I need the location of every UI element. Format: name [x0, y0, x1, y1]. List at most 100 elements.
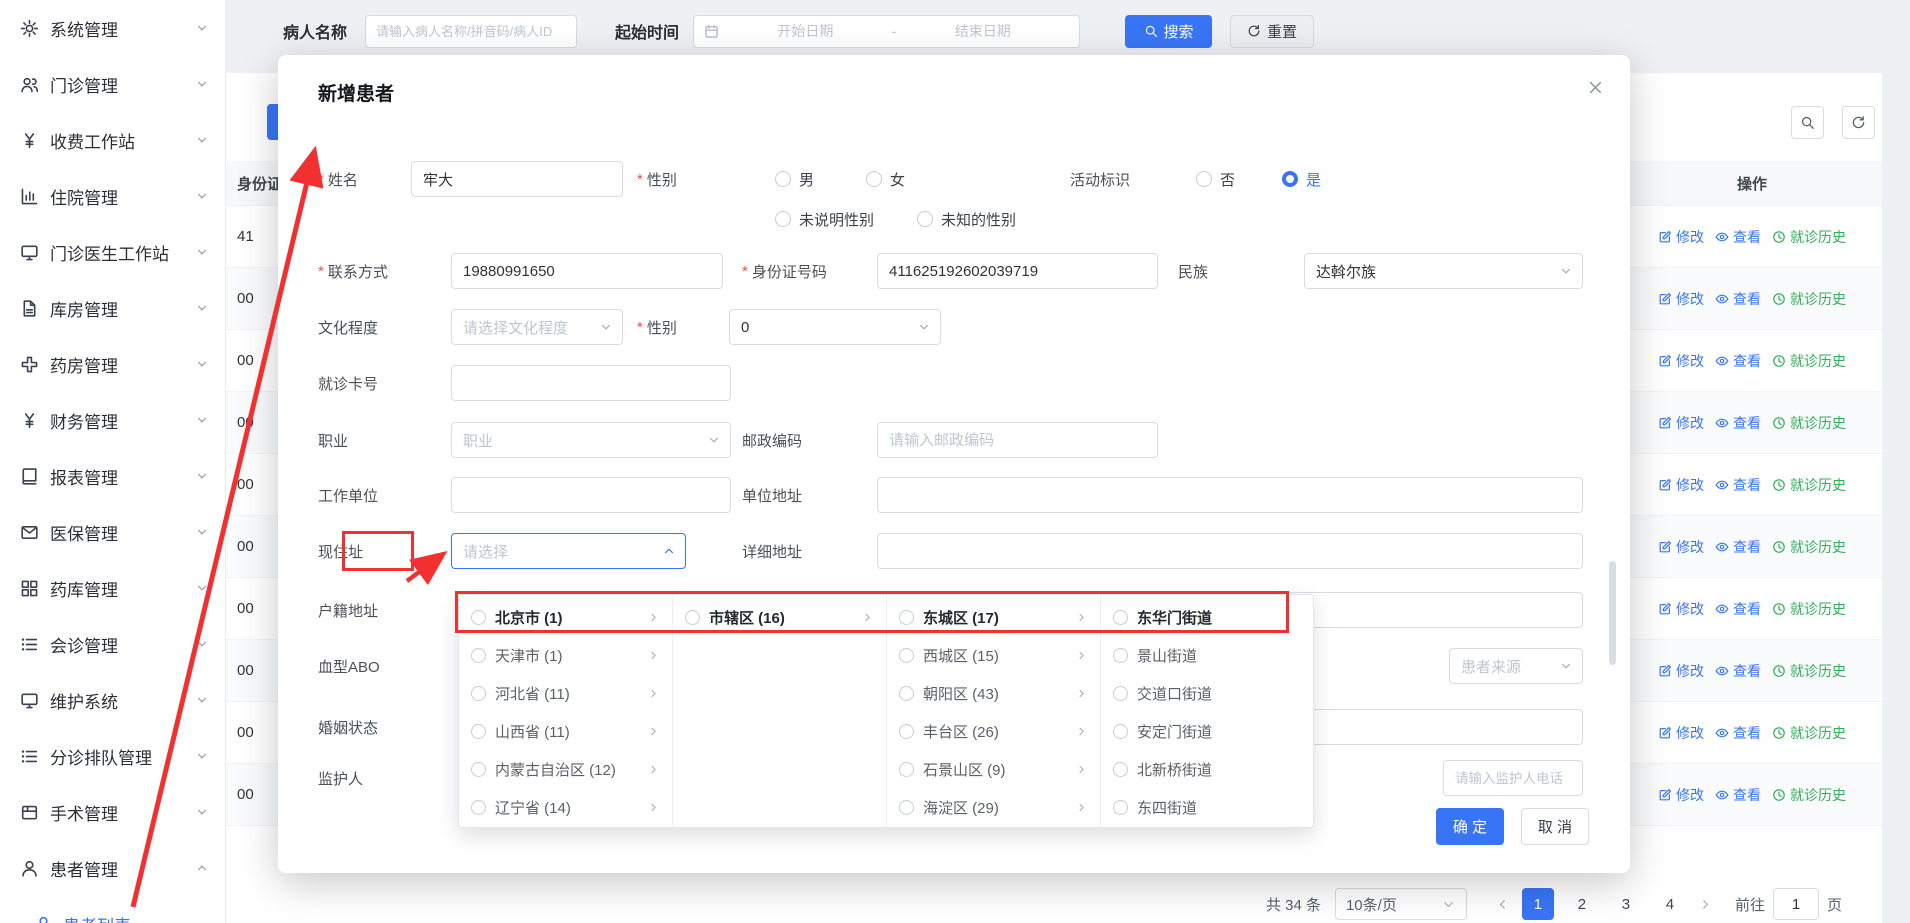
table-refresh-button[interactable]: [1842, 106, 1875, 139]
patient-source-select[interactable]: 患者来源: [1449, 648, 1583, 684]
modal-scrollbar[interactable]: [1609, 561, 1616, 665]
sidebar-item[interactable]: 患者管理: [0, 840, 225, 896]
history-action[interactable]: 就诊历史: [1772, 413, 1846, 433]
view-action[interactable]: 查看: [1715, 661, 1761, 681]
sidebar-item[interactable]: 医保管理: [0, 504, 225, 560]
sidebar-item-patient-list[interactable]: 患者列表: [0, 896, 225, 923]
edit-action[interactable]: 修改: [1658, 475, 1704, 495]
page-size-select[interactable]: 10条/页: [1335, 888, 1467, 920]
sidebar-item[interactable]: 财务管理: [0, 392, 225, 448]
cascader-option[interactable]: 山西省 (11): [459, 712, 672, 750]
history-action[interactable]: 就诊历史: [1772, 351, 1846, 371]
occupation-select[interactable]: 职业: [451, 422, 731, 458]
postal-code-input[interactable]: [877, 422, 1158, 458]
view-action[interactable]: 查看: [1715, 475, 1761, 495]
edit-action[interactable]: 修改: [1658, 537, 1704, 557]
next-page-button[interactable]: [1698, 897, 1713, 912]
sidebar-item[interactable]: 分诊排队管理: [0, 728, 225, 784]
view-action[interactable]: 查看: [1715, 723, 1761, 743]
sidebar-item[interactable]: 维护系统: [0, 672, 225, 728]
view-action[interactable]: 查看: [1715, 599, 1761, 619]
edit-action[interactable]: 修改: [1658, 599, 1704, 619]
history-action[interactable]: 就诊历史: [1772, 289, 1846, 309]
cascader-option[interactable]: 东华门街道: [1101, 598, 1314, 636]
cascader-option[interactable]: 天津市 (1): [459, 636, 672, 674]
sidebar-item[interactable]: 收费工作站: [0, 112, 225, 168]
active-flag-radio-yes[interactable]: 是: [1282, 161, 1321, 197]
edit-action[interactable]: 修改: [1658, 785, 1704, 805]
cascader-option[interactable]: 石景山区 (9): [887, 750, 1100, 788]
cascader-option[interactable]: 东城区 (17): [887, 598, 1100, 636]
name-input[interactable]: [411, 161, 623, 197]
current-address-cascader-trigger[interactable]: 请选择: [451, 533, 686, 569]
sidebar-item[interactable]: 手术管理: [0, 784, 225, 840]
reset-button[interactable]: 重置: [1230, 15, 1314, 48]
sidebar-item[interactable]: 库房管理: [0, 280, 225, 336]
sidebar-item[interactable]: 药库管理: [0, 560, 225, 616]
confirm-button[interactable]: 确 定: [1436, 808, 1504, 845]
prev-page-button[interactable]: [1495, 897, 1510, 912]
edit-action[interactable]: 修改: [1658, 723, 1704, 743]
history-action[interactable]: 就诊历史: [1772, 661, 1846, 681]
contact-input[interactable]: [451, 253, 723, 289]
work-address-input[interactable]: [877, 477, 1583, 513]
education-select[interactable]: 请选择文化程度: [451, 309, 623, 345]
page-button[interactable]: 2: [1566, 888, 1598, 920]
gender-radio-unknown[interactable]: 未知的性别: [917, 201, 1016, 237]
edit-action[interactable]: 修改: [1658, 413, 1704, 433]
guardian-phone-input[interactable]: [1443, 760, 1583, 796]
edit-action[interactable]: 修改: [1658, 661, 1704, 681]
cancel-button[interactable]: 取 消: [1521, 808, 1589, 845]
date-range-picker[interactable]: 开始日期 - 结束日期: [693, 15, 1080, 48]
detail-address-input[interactable]: [877, 533, 1583, 569]
patient-name-input[interactable]: [365, 15, 577, 48]
work-unit-input[interactable]: [451, 477, 731, 513]
cascader-option[interactable]: 北京市 (1): [459, 598, 672, 636]
table-search-button[interactable]: [1791, 106, 1824, 139]
cascader-option[interactable]: 市辖区 (16): [673, 598, 886, 636]
history-action[interactable]: 就诊历史: [1772, 537, 1846, 557]
gender-radio-male[interactable]: 男: [775, 161, 814, 197]
gender-radio-unspecified[interactable]: 未说明性别: [775, 201, 874, 237]
sidebar-item[interactable]: 住院管理: [0, 168, 225, 224]
page-button[interactable]: 3: [1610, 888, 1642, 920]
view-action[interactable]: 查看: [1715, 785, 1761, 805]
sidebar-item[interactable]: 报表管理: [0, 448, 225, 504]
cascader-option[interactable]: 北新桥街道: [1101, 750, 1314, 788]
search-button[interactable]: 搜索: [1125, 15, 1212, 48]
sidebar-item[interactable]: 系统管理: [0, 0, 225, 56]
cascader-option[interactable]: 辽宁省 (14): [459, 788, 672, 826]
cascader-option[interactable]: 内蒙古自治区 (12): [459, 750, 672, 788]
card-no-input[interactable]: [451, 365, 731, 401]
edit-action[interactable]: 修改: [1658, 289, 1704, 309]
close-icon[interactable]: [1587, 79, 1604, 96]
cascader-option[interactable]: 海淀区 (29): [887, 788, 1100, 826]
history-action[interactable]: 就诊历史: [1772, 227, 1846, 247]
view-action[interactable]: 查看: [1715, 351, 1761, 371]
id-number-input[interactable]: [877, 253, 1158, 289]
cascader-option[interactable]: 西城区 (15): [887, 636, 1100, 674]
cascader-option[interactable]: 交道口街道: [1101, 674, 1314, 712]
cascader-option[interactable]: 东四街道: [1101, 788, 1314, 826]
goto-page-input[interactable]: [1773, 888, 1819, 920]
cascader-option[interactable]: 河北省 (11): [459, 674, 672, 712]
view-action[interactable]: 查看: [1715, 227, 1761, 247]
sidebar-item[interactable]: 会诊管理: [0, 616, 225, 672]
sidebar-item[interactable]: 药房管理: [0, 336, 225, 392]
cascader-option[interactable]: 安定门街道: [1101, 712, 1314, 750]
page-button[interactable]: 1: [1522, 888, 1554, 920]
history-action[interactable]: 就诊历史: [1772, 785, 1846, 805]
cascader-option[interactable]: 景山街道: [1101, 636, 1314, 674]
edit-action[interactable]: 修改: [1658, 351, 1704, 371]
sidebar-item[interactable]: 门诊医生工作站: [0, 224, 225, 280]
history-action[interactable]: 就诊历史: [1772, 475, 1846, 495]
gender-code-select[interactable]: 0: [729, 309, 941, 345]
edit-action[interactable]: 修改: [1658, 227, 1704, 247]
active-flag-radio-no[interactable]: 否: [1196, 161, 1235, 197]
view-action[interactable]: 查看: [1715, 289, 1761, 309]
sidebar-item[interactable]: 门诊管理: [0, 56, 225, 112]
history-action[interactable]: 就诊历史: [1772, 599, 1846, 619]
cascader-option[interactable]: 丰台区 (26): [887, 712, 1100, 750]
gender-radio-female[interactable]: 女: [866, 161, 905, 197]
ethnicity-select[interactable]: 达斡尔族: [1304, 253, 1583, 289]
